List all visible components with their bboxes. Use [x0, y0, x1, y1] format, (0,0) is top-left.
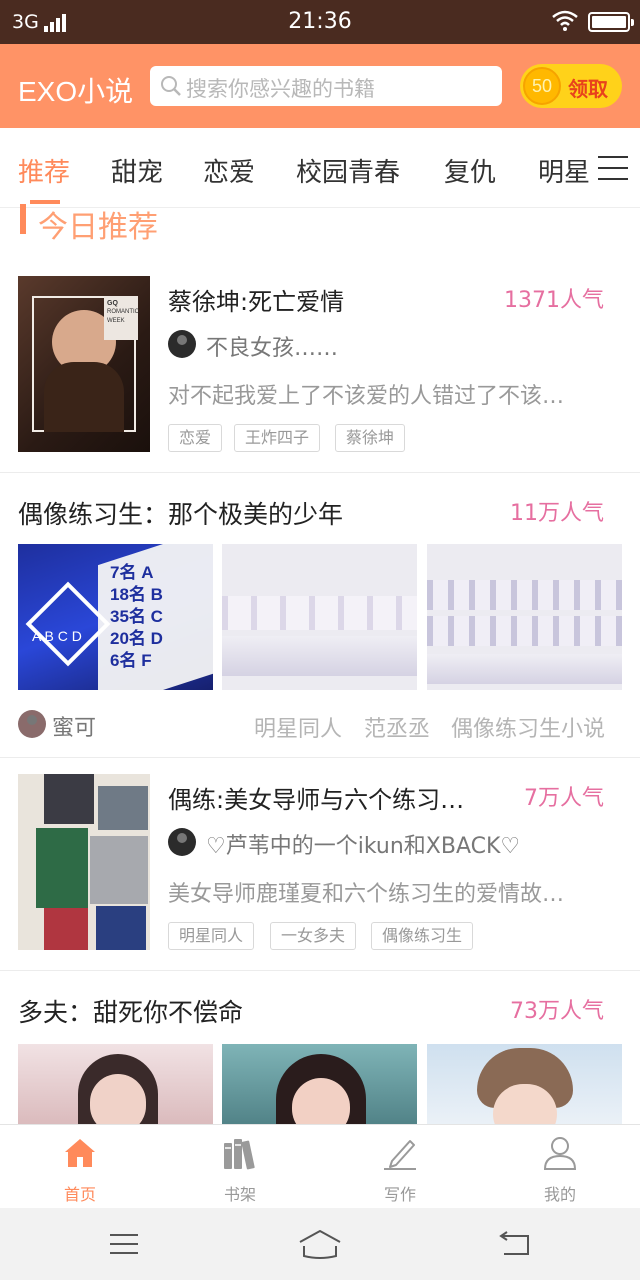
- tag-text[interactable]: 范丞丞: [364, 711, 430, 743]
- author-name: ♡芦苇中的一个ikun和XBACK♡: [206, 834, 521, 859]
- nav-write[interactable]: 写作: [320, 1125, 480, 1209]
- book-description: 对不起我爱上了不该爱的人错过了不该…: [168, 384, 565, 409]
- book-cover: [18, 774, 150, 950]
- battery-icon: [588, 12, 634, 32]
- cover-body: [44, 362, 124, 432]
- collage-photo: [96, 906, 146, 950]
- book-card[interactable]: GQ ROMANTIC WEEK 蔡徐坤:死亡爱情 1371人气 不良女孩…… …: [0, 262, 640, 472]
- tag[interactable]: 王炸四子: [234, 424, 321, 452]
- nav-label: 我的: [543, 1185, 576, 1204]
- bookshelf-icon: [224, 1139, 255, 1170]
- book-card[interactable]: 偶练:美女导师与六个练习… 7万人气 ♡芦苇中的一个ikun和XBACK♡ 美女…: [0, 758, 640, 970]
- tag[interactable]: 偶像练习生: [371, 922, 474, 950]
- book-image: [222, 1044, 417, 1124]
- photo-row: [427, 616, 622, 646]
- popularity-count: 1371人气: [504, 288, 604, 313]
- tag-text[interactable]: 明星同人: [254, 711, 342, 743]
- nav-label: 写作: [383, 1185, 416, 1204]
- tag[interactable]: 一女多夫: [270, 922, 357, 950]
- back-icon[interactable]: [498, 1230, 532, 1258]
- collage-photo: [44, 774, 94, 824]
- photo-bg: [427, 654, 622, 684]
- tag[interactable]: 恋爱: [168, 424, 223, 452]
- home-icon[interactable]: [298, 1228, 342, 1260]
- author-avatar: [168, 828, 196, 856]
- popularity-count: 7万人气: [524, 786, 604, 811]
- app-title: EXO小说: [18, 76, 134, 107]
- tab-revenge[interactable]: 复仇: [444, 152, 496, 189]
- menu-icon[interactable]: [598, 156, 628, 180]
- tag[interactable]: 蔡徐坤: [335, 424, 406, 452]
- cover-magazine: GQ ROMANTIC WEEK: [104, 296, 139, 340]
- nav-label: 首页: [63, 1185, 96, 1204]
- collage-photo: [44, 908, 88, 950]
- home-icon: [65, 1139, 95, 1167]
- nav-home[interactable]: 首页: [0, 1125, 160, 1209]
- pen-icon: [384, 1140, 416, 1170]
- nav-label: 书架: [223, 1185, 256, 1204]
- search-placeholder: 搜索你感兴趣的书籍: [186, 77, 375, 101]
- photo-row: [222, 596, 417, 630]
- system-nav-bar: [0, 1208, 640, 1280]
- photo-face: [90, 1074, 146, 1124]
- tab-campus[interactable]: 校园青春: [296, 152, 400, 189]
- photo-row: [427, 580, 622, 610]
- collage-photo: [90, 836, 148, 904]
- section-title: 今日推荐: [38, 210, 158, 245]
- book-title[interactable]: 偶练:美女导师与六个练习…: [168, 780, 500, 815]
- rank-letters: A B C D: [32, 628, 82, 644]
- menu-icon[interactable]: [108, 1232, 140, 1256]
- book-image: [222, 544, 417, 690]
- search-icon: [161, 76, 181, 96]
- popularity-count: 11万人气: [510, 501, 604, 526]
- book-image: 7名 A 18名 B 35名 C 20名 D 6名 F A B C D: [18, 544, 213, 690]
- author-avatar: [168, 330, 196, 358]
- bottom-nav: 首页 书架 写作 我的: [0, 1124, 640, 1208]
- book-title[interactable]: 偶像练习生：那个极美的少年: [18, 495, 458, 531]
- book-description: 美女导师鹿瑾夏和六个练习生的爱情故…: [168, 882, 565, 907]
- tab-sweet[interactable]: 甜宠: [111, 152, 163, 189]
- book-image: [427, 1044, 622, 1124]
- app-header: EXO小说 搜索你感兴趣的书籍 50 领取: [0, 44, 640, 128]
- book-image: [427, 544, 622, 690]
- tag[interactable]: 明星同人: [168, 922, 255, 950]
- tab-recommend[interactable]: 推荐: [18, 152, 70, 189]
- book-card[interactable]: 偶像练习生：那个极美的少年 11万人气 7名 A 18名 B 35名 C 20名…: [0, 473, 640, 757]
- photo-bg: [222, 636, 417, 676]
- search-input[interactable]: 搜索你感兴趣的书籍: [150, 66, 502, 106]
- tab-celebrity[interactable]: 明星: [538, 152, 590, 189]
- user-icon: [543, 1137, 577, 1170]
- status-bar: 3G 21:36: [0, 0, 640, 44]
- book-image: [18, 1044, 213, 1124]
- author-name: 不良女孩……: [206, 336, 339, 361]
- book-title[interactable]: 多夫：甜死你不偿命: [18, 993, 458, 1029]
- claim-reward-button[interactable]: 50 领取: [520, 64, 622, 108]
- claim-label: 领取: [568, 77, 608, 101]
- collage-photo: [98, 786, 148, 830]
- wifi-icon: [552, 10, 578, 31]
- tag-text[interactable]: 偶像练习生小说: [451, 711, 605, 743]
- nav-bookshelf[interactable]: 书架: [160, 1125, 320, 1209]
- category-tabs: 推荐 甜宠 恋爱 校园青春 复仇 明星: [0, 128, 640, 208]
- author-avatar: [18, 710, 46, 738]
- clock: 21:36: [288, 9, 352, 34]
- tab-romance[interactable]: 恋爱: [203, 152, 255, 189]
- popularity-count: 73万人气: [510, 999, 604, 1024]
- section-accent-bar: [20, 204, 26, 234]
- book-title[interactable]: 蔡徐坤:死亡爱情: [168, 282, 468, 317]
- nav-profile[interactable]: 我的: [480, 1125, 640, 1209]
- book-card[interactable]: 多夫：甜死你不偿命 73万人气: [0, 971, 640, 1124]
- rank-list: 7名 A 18名 B 35名 C 20名 D 6名 F: [110, 563, 163, 670]
- book-cover: GQ ROMANTIC WEEK: [18, 276, 150, 452]
- author-name: 蜜可: [52, 716, 97, 741]
- coin-icon: 50: [523, 67, 561, 105]
- collage-photo: [36, 828, 88, 908]
